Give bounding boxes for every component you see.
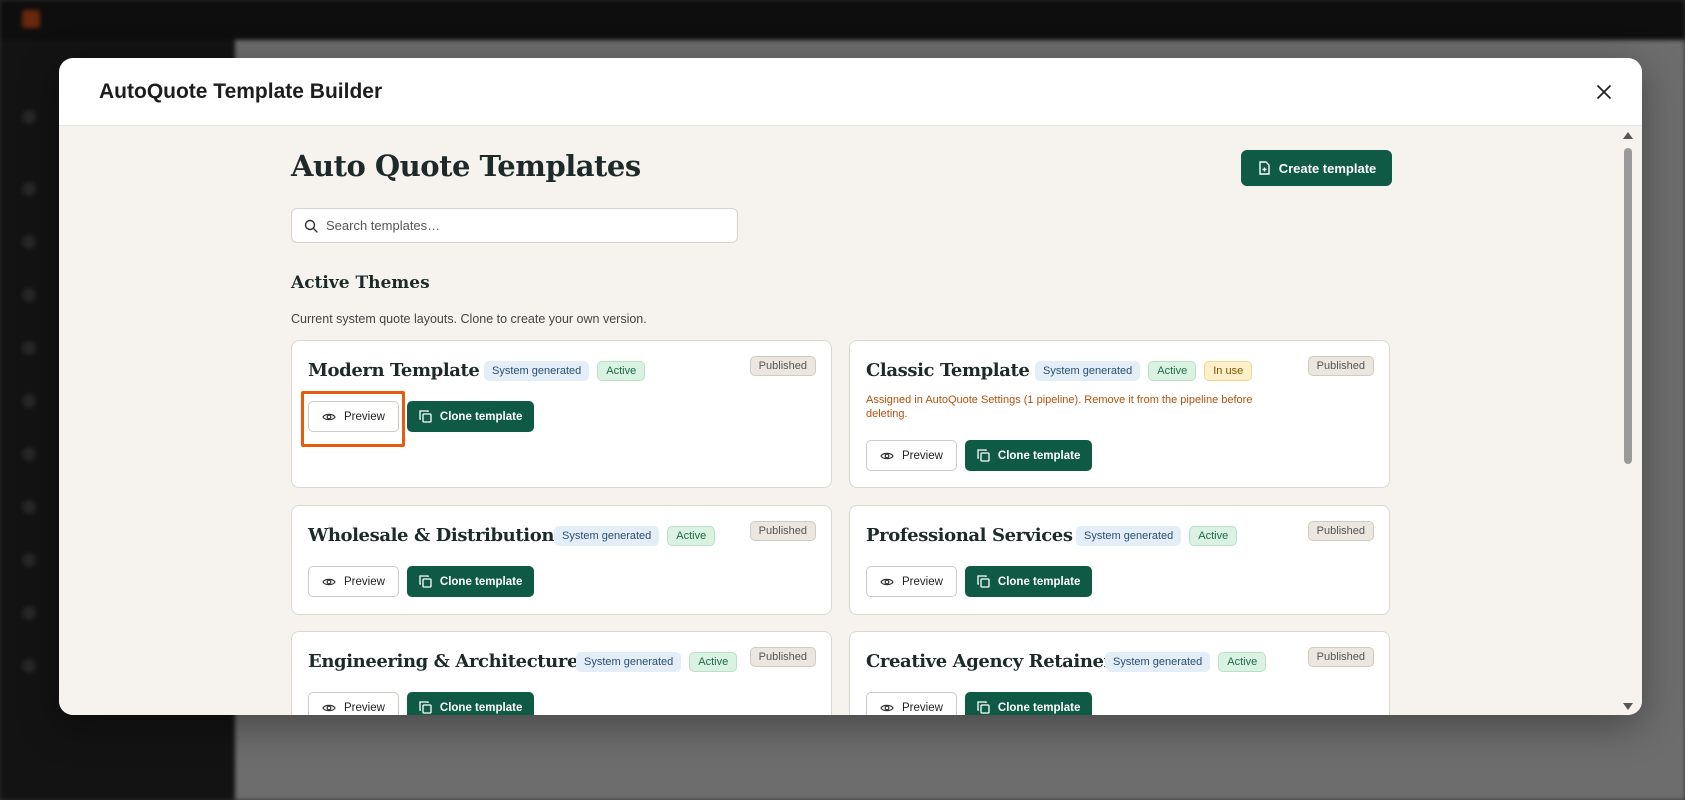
preview-button[interactable]: Preview xyxy=(866,692,957,715)
clone-label: Clone template xyxy=(439,575,523,588)
active-badge: Active xyxy=(1189,526,1238,546)
preview-label: Preview xyxy=(344,575,385,588)
search-input[interactable] xyxy=(326,218,706,233)
template-card-professional: Professional Services System generated A… xyxy=(849,505,1390,615)
eye-icon xyxy=(322,704,336,711)
search-box[interactable] xyxy=(291,208,738,243)
preview-button[interactable]: Preview xyxy=(308,566,399,597)
search-icon xyxy=(304,219,318,233)
new-document-icon xyxy=(1259,161,1270,175)
published-badge: Published xyxy=(1307,356,1374,376)
template-card-engineering: Engineering & Architecture System genera… xyxy=(291,631,832,715)
modal-body: Auto Quote Templates Create template Act… xyxy=(59,126,1642,715)
published-badge: Published xyxy=(1307,647,1374,667)
active-badge: Active xyxy=(597,361,646,381)
page-title: Auto Quote Templates xyxy=(291,149,641,183)
system-generated-badge: System generated xyxy=(484,361,590,381)
modal-title: AutoQuote Template Builder xyxy=(99,79,383,103)
in-use-warning: Assigned in AutoQuote Settings (1 pipeli… xyxy=(866,394,1253,420)
scroll-up-arrow-icon[interactable] xyxy=(1623,132,1633,139)
clone-label: Clone template xyxy=(997,575,1081,588)
copy-icon xyxy=(419,410,432,423)
published-badge: Published xyxy=(749,647,816,667)
card-actions: Preview Clone template xyxy=(866,566,1093,597)
clone-template-button[interactable]: Clone template xyxy=(964,440,1093,471)
card-actions: Preview Clone template xyxy=(866,692,1093,715)
system-generated-badge: System generated xyxy=(1105,652,1211,672)
clone-template-button[interactable]: Clone template xyxy=(406,692,535,715)
template-name: Professional Services xyxy=(866,525,1073,546)
template-name: Engineering & Architecture xyxy=(308,651,578,672)
template-card-modern: Modern Template System generated Active … xyxy=(291,340,832,488)
scroll-down-arrow-icon[interactable] xyxy=(1623,703,1633,710)
template-card-creative: Creative Agency Retainer System generate… xyxy=(849,631,1390,715)
clone-label: Clone template xyxy=(439,701,523,714)
template-name: Classic Template xyxy=(866,360,1030,381)
preview-button[interactable]: Preview xyxy=(866,566,957,597)
published-badge: Published xyxy=(749,356,816,376)
template-badges: System generated Active xyxy=(484,361,646,381)
close-icon xyxy=(1597,85,1611,99)
active-badge: Active xyxy=(1148,361,1197,381)
published-badge: Published xyxy=(749,521,816,541)
template-name: Wholesale & Distribution xyxy=(308,525,555,546)
clone-template-button[interactable]: Clone template xyxy=(406,401,535,432)
system-generated-badge: System generated xyxy=(576,652,682,672)
preview-button[interactable]: Preview xyxy=(308,401,399,432)
copy-icon xyxy=(977,575,990,588)
scroll-thumb[interactable] xyxy=(1624,148,1632,464)
clone-label: Clone template xyxy=(997,449,1081,462)
template-card-wholesale: Wholesale & Distribution System generate… xyxy=(291,505,832,615)
template-badges: System generated Active xyxy=(1076,526,1238,546)
eye-icon xyxy=(322,578,336,585)
preview-button[interactable]: Preview xyxy=(308,692,399,715)
preview-label: Preview xyxy=(344,410,385,423)
clone-template-button[interactable]: Clone template xyxy=(406,566,535,597)
copy-icon xyxy=(977,449,990,462)
clone-template-button[interactable]: Clone template xyxy=(964,692,1093,715)
create-template-label: Create template xyxy=(1278,160,1377,176)
in-use-badge: In use xyxy=(1204,361,1253,381)
eye-icon xyxy=(880,578,894,585)
eye-icon xyxy=(880,452,894,459)
clone-label: Clone template xyxy=(997,701,1081,714)
create-template-button[interactable]: Create template xyxy=(1241,150,1392,186)
copy-icon xyxy=(419,575,432,588)
vertical-scrollbar[interactable] xyxy=(1622,132,1634,710)
section-description: Current system quote layouts. Clone to c… xyxy=(291,312,647,326)
card-actions: Preview Clone template xyxy=(308,401,535,432)
template-badges: System generated Active In use xyxy=(1035,361,1253,381)
active-badge: Active xyxy=(689,652,738,672)
template-badges: System generated Active xyxy=(1105,652,1267,672)
template-name: Creative Agency Retainer xyxy=(866,651,1113,672)
close-button[interactable] xyxy=(1590,78,1618,106)
published-badge: Published xyxy=(1307,521,1374,541)
template-badges: System generated Active xyxy=(554,526,716,546)
modal-header: AutoQuote Template Builder xyxy=(59,58,1642,126)
preview-label: Preview xyxy=(902,701,943,714)
preview-label: Preview xyxy=(902,449,943,462)
preview-label: Preview xyxy=(902,575,943,588)
template-badges: System generated Active xyxy=(576,652,738,672)
eye-icon xyxy=(880,704,894,711)
preview-label: Preview xyxy=(344,701,385,714)
system-generated-badge: System generated xyxy=(554,526,660,546)
active-badge: Active xyxy=(667,526,716,546)
card-actions: Preview Clone template xyxy=(308,566,535,597)
preview-button[interactable]: Preview xyxy=(866,440,957,471)
system-generated-badge: System generated xyxy=(1035,361,1141,381)
section-title: Active Themes xyxy=(291,273,430,293)
template-card-classic: Classic Template System generated Active… xyxy=(849,340,1390,488)
eye-icon xyxy=(322,413,336,420)
clone-template-button[interactable]: Clone template xyxy=(964,566,1093,597)
copy-icon xyxy=(419,701,432,714)
copy-icon xyxy=(977,701,990,714)
system-generated-badge: System generated xyxy=(1076,526,1182,546)
clone-label: Clone template xyxy=(439,410,523,423)
template-name: Modern Template xyxy=(308,360,480,381)
card-actions: Preview Clone template xyxy=(308,692,535,715)
card-actions: Preview Clone template xyxy=(866,440,1093,471)
template-builder-modal: AutoQuote Template Builder Auto Quote Te… xyxy=(59,58,1642,715)
active-badge: Active xyxy=(1218,652,1267,672)
